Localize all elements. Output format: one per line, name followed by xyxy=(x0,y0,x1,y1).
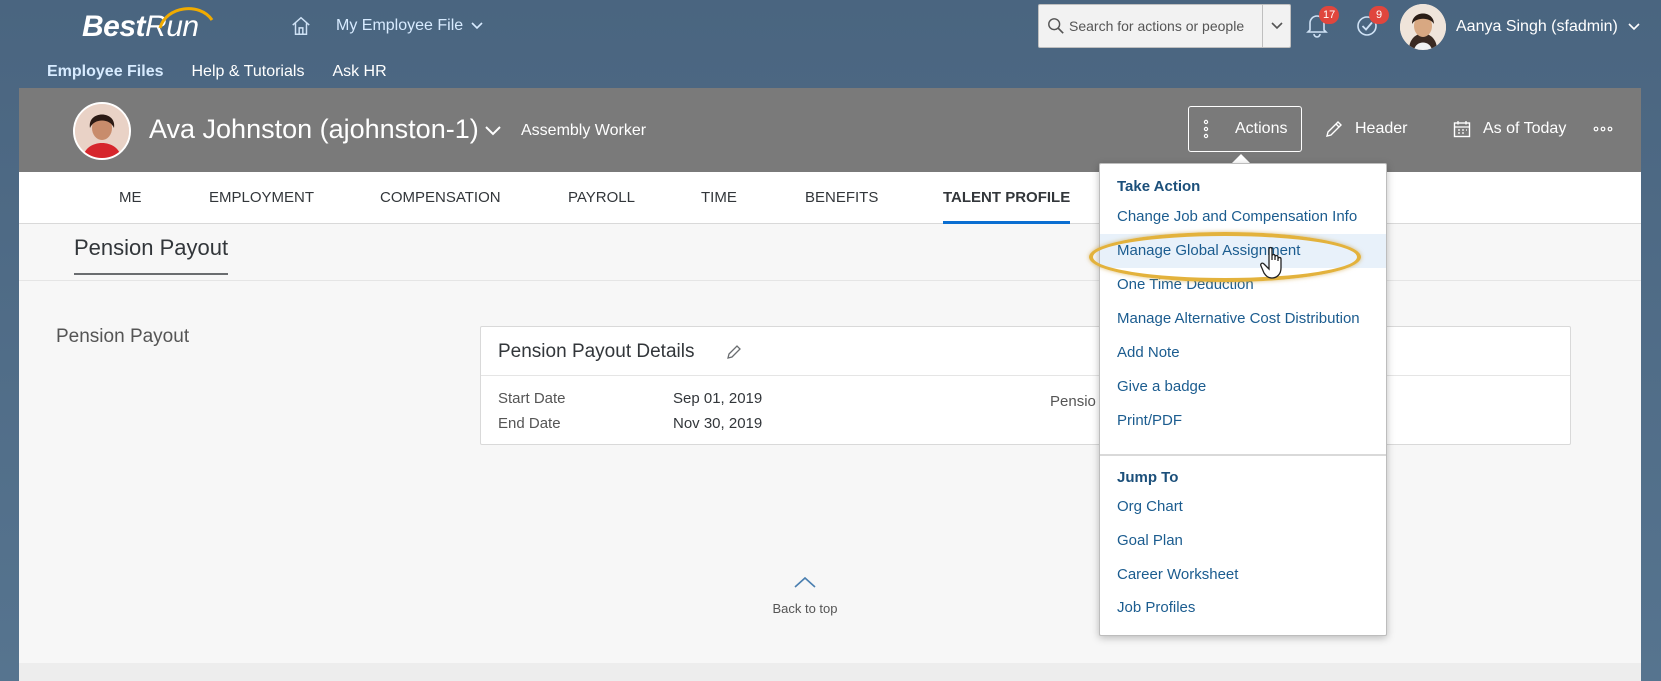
app-menu-label: My Employee File xyxy=(336,17,464,34)
card-divider xyxy=(481,375,1570,376)
menu-item-print-pdf[interactable]: Print/PDF xyxy=(1100,404,1386,438)
menu-item-job-profiles[interactable]: Job Profiles xyxy=(1100,591,1386,625)
employee-portrait-icon xyxy=(75,104,129,158)
app-menu-my-employee-file[interactable]: My Employee File xyxy=(336,17,483,35)
user-portrait-icon xyxy=(1400,4,1446,50)
logo-text-best: Best xyxy=(82,10,146,43)
hand-cursor-icon xyxy=(1260,246,1282,279)
user-menu[interactable]: Aanya Singh (sfadmin) xyxy=(1400,4,1640,50)
card-title: Pension Payout Details xyxy=(498,341,695,362)
menu-item-give-badge[interactable]: Give a badge xyxy=(1100,370,1386,404)
employee-name[interactable]: Ava Johnston (ajohnston-1) xyxy=(149,114,479,145)
nav-employee-files[interactable]: Employee Files xyxy=(47,63,164,81)
menu-separator xyxy=(1100,454,1386,456)
as-of-date-button[interactable]: As of Today xyxy=(1439,106,1580,152)
calendar-icon xyxy=(1453,121,1471,138)
tab-benefits[interactable]: BENEFITS xyxy=(805,172,878,224)
menu-item-goal-plan[interactable]: Goal Plan xyxy=(1100,524,1386,558)
tab-employment[interactable]: EMPLOYMENT xyxy=(209,172,314,224)
chevron-up-icon xyxy=(794,576,816,588)
start-date-value: Sep 01, 2019 xyxy=(673,390,763,407)
tasks-badge: 9 xyxy=(1369,6,1389,24)
tab-talent-profile[interactable]: TALENT PROFILE xyxy=(943,172,1071,224)
subsection-label: Pension Payout xyxy=(56,326,190,347)
nav-help-tutorials[interactable]: Help & Tutorials xyxy=(192,63,305,81)
as-of-label: As of Today xyxy=(1483,120,1567,137)
back-to-top-label: Back to top xyxy=(772,601,838,616)
main-content: Ava Johnston (ajohnston-1) Assembly Work… xyxy=(19,88,1641,681)
search-icon xyxy=(1048,18,1064,34)
employee-job-title: Assembly Worker xyxy=(521,122,647,139)
tab-payroll[interactable]: PAYROLL xyxy=(568,172,635,224)
tab-time[interactable]: TIME xyxy=(701,172,737,224)
more-options-button[interactable] xyxy=(1579,106,1627,152)
notifications-button[interactable]: 17 xyxy=(1305,6,1340,42)
chevron-down-icon[interactable] xyxy=(485,126,501,136)
menu-item-career-worksheet[interactable]: Career Worksheet xyxy=(1100,558,1386,592)
pension-field-label: Pensio xyxy=(1050,393,1096,410)
menu-group-jump-to: Jump To xyxy=(1117,469,1179,486)
secondary-nav: Employee Files Help & Tutorials Ask HR xyxy=(47,63,387,81)
tab-compensation[interactable]: COMPENSATION xyxy=(380,172,501,224)
shell-bar: BestRun My Employee File 17 xyxy=(0,0,1661,56)
logo-arc-icon xyxy=(158,7,214,29)
section-header: Pension Payout xyxy=(19,225,1641,281)
pencil-icon[interactable] xyxy=(725,343,743,361)
pencil-icon xyxy=(1326,121,1342,137)
chevron-down-icon xyxy=(1270,22,1283,30)
menu-item-org-chart[interactable]: Org Chart xyxy=(1100,490,1386,524)
header-edit-button[interactable]: Header xyxy=(1311,106,1421,152)
user-avatar xyxy=(1400,4,1446,50)
home-icon[interactable] xyxy=(290,15,312,37)
actions-button[interactable]: Actions xyxy=(1188,106,1303,152)
notifications-badge: 17 xyxy=(1319,6,1340,24)
menu-group-take-action: Take Action xyxy=(1117,178,1201,195)
employee-header: Ava Johnston (ajohnston-1) Assembly Work… xyxy=(19,88,1641,172)
employee-tabs: ME EMPLOYMENT COMPENSATION PAYROLL TIME … xyxy=(19,172,1641,224)
tab-me[interactable]: ME xyxy=(119,172,142,224)
footer-strip xyxy=(19,663,1641,681)
end-date-value: Nov 30, 2019 xyxy=(673,415,763,432)
header-label: Header xyxy=(1355,120,1408,137)
chevron-down-icon xyxy=(1628,23,1640,31)
end-date-label: End Date xyxy=(498,415,561,432)
menu-item-add-note[interactable]: Add Note xyxy=(1100,336,1386,370)
highlight-ring-annotation xyxy=(1089,232,1361,282)
back-to-top-link[interactable]: Back to top xyxy=(755,576,855,616)
employee-photo xyxy=(73,102,131,160)
menu-item-change-job-compensation[interactable]: Change Job and Compensation Info xyxy=(1100,200,1386,234)
more-horizontal-icon xyxy=(1593,126,1613,132)
search-input[interactable] xyxy=(1069,5,1249,47)
vertical-dots-icon xyxy=(1203,119,1209,139)
actions-label: Actions xyxy=(1235,120,1288,137)
user-name: Aanya Singh (sfadmin) xyxy=(1456,18,1618,35)
pension-payout-card: Pension Payout Details Start Date Sep 01… xyxy=(480,326,1571,445)
bestrun-logo[interactable]: BestRun xyxy=(82,7,214,46)
section-title: Pension Payout xyxy=(74,235,229,275)
menu-item-alt-cost-distribution[interactable]: Manage Alternative Cost Distribution xyxy=(1100,302,1386,336)
search-box xyxy=(1038,4,1291,48)
search-scope-dropdown[interactable] xyxy=(1262,5,1290,47)
chevron-down-icon xyxy=(471,22,483,30)
start-date-label: Start Date xyxy=(498,390,566,407)
tasks-button[interactable]: 9 xyxy=(1355,6,1389,42)
nav-ask-hr[interactable]: Ask HR xyxy=(332,63,386,81)
